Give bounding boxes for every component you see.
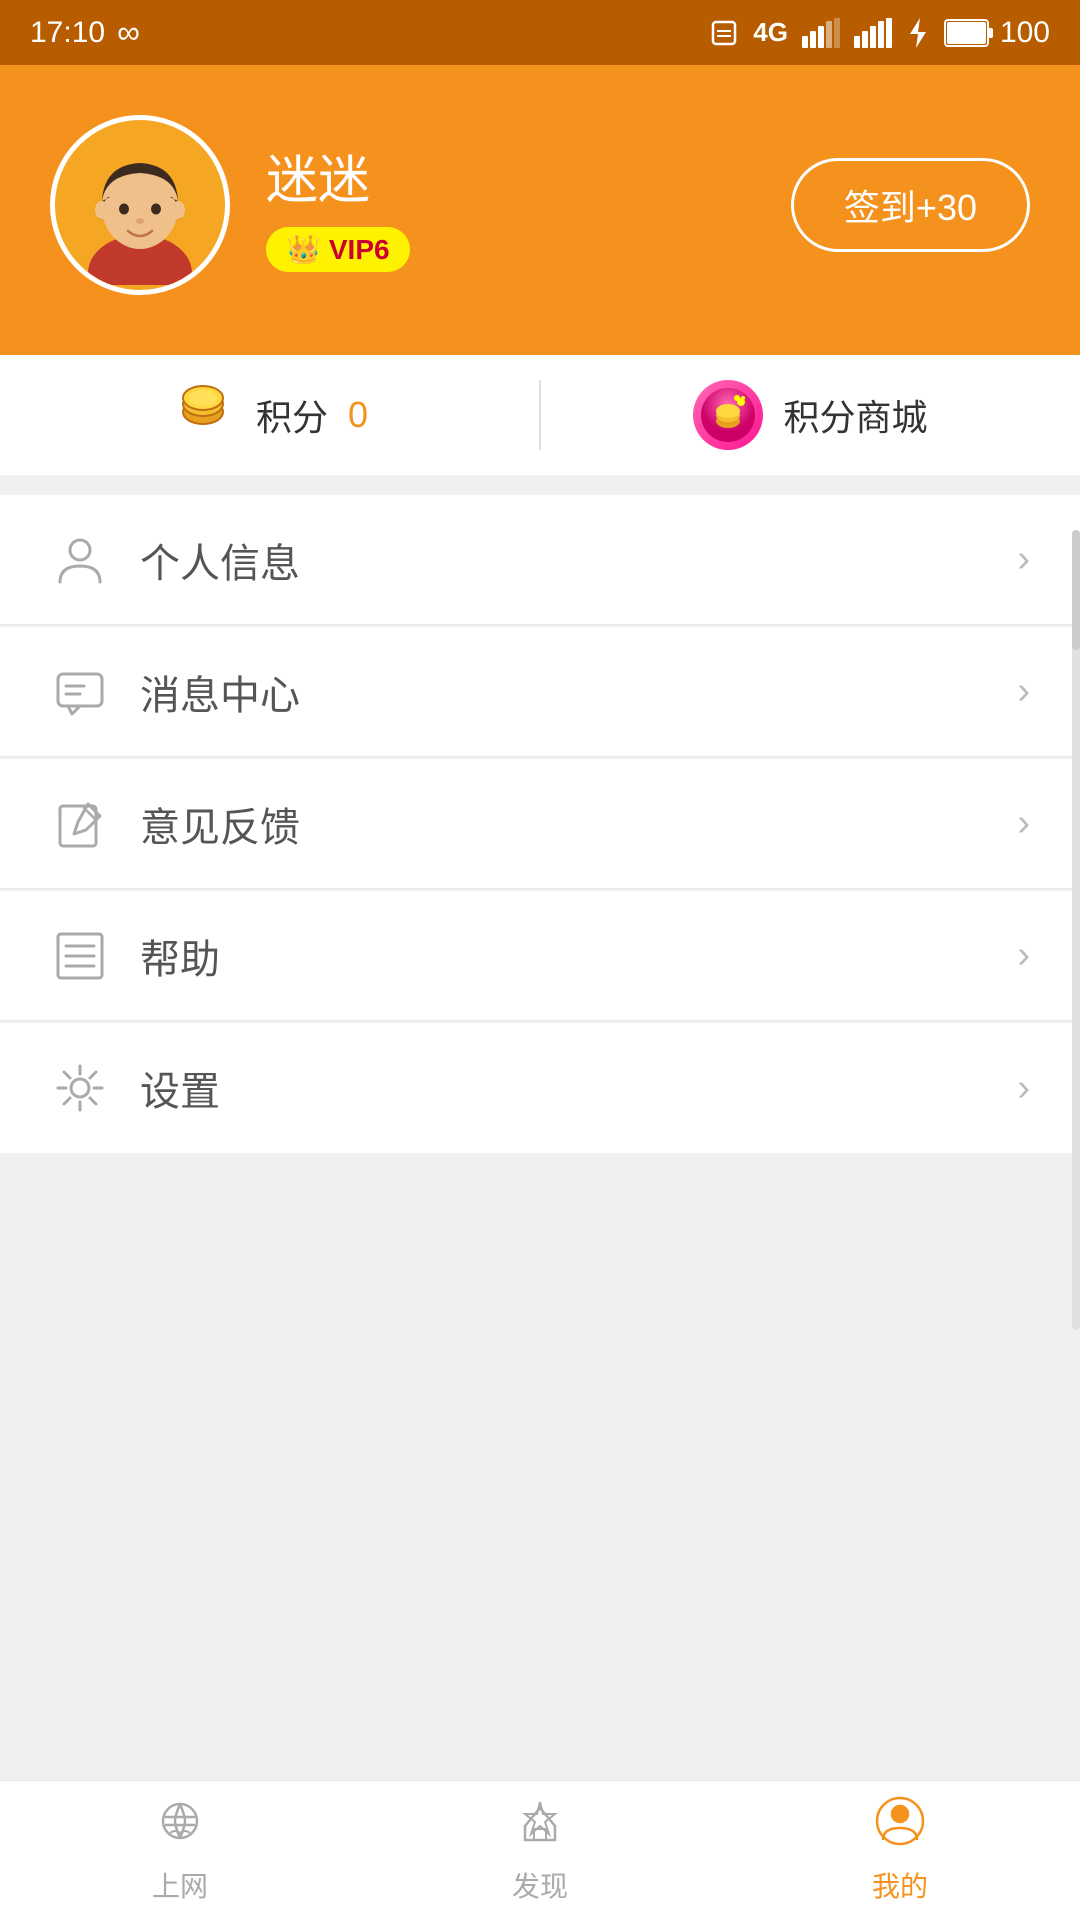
arrow-icon-3: › <box>1017 802 1030 845</box>
menu-list: 个人信息 › 消息中心 › 意见反馈 › <box>0 495 1080 1153</box>
help-icon <box>50 926 110 986</box>
signal-icon <box>802 18 840 48</box>
points-bar: 积分 0 积分商城 <box>0 355 1080 475</box>
profile-info: 迷迷 👑 VIP6 <box>266 138 410 272</box>
time-display: 17:10 <box>30 16 105 50</box>
discover-label: 发现 <box>512 1865 568 1905</box>
checkin-button[interactable]: 签到+30 <box>791 158 1030 252</box>
crown-icon: 👑 <box>286 233 321 266</box>
coins-icon <box>171 376 236 454</box>
arrow-icon-2: › <box>1017 670 1030 713</box>
nav-item-mine[interactable]: 我的 <box>720 1781 1080 1920</box>
internet-icon <box>155 1796 205 1857</box>
menu-item-message-center[interactable]: 消息中心 › <box>0 627 1080 757</box>
settings-label: 设置 <box>140 1059 1017 1117</box>
help-label: 帮助 <box>140 927 1017 985</box>
status-left: 17:10 ∞ <box>30 14 140 51</box>
charging-icon <box>906 18 930 48</box>
internet-label: 上网 <box>152 1865 208 1905</box>
arrow-icon-5: › <box>1017 1067 1030 1110</box>
message-center-label: 消息中心 <box>140 663 1017 721</box>
edit-icon <box>50 794 110 854</box>
discover-icon <box>515 1796 565 1857</box>
menu-item-settings[interactable]: 设置 › <box>0 1023 1080 1153</box>
settings-icon <box>50 1058 110 1118</box>
mine-label: 我的 <box>872 1865 928 1905</box>
menu-item-feedback[interactable]: 意见反馈 › <box>0 759 1080 889</box>
avatar <box>50 115 230 295</box>
nav-item-discover[interactable]: 发现 <box>360 1781 720 1920</box>
shop-section[interactable]: 积分商城 <box>541 355 1080 475</box>
username: 迷迷 <box>266 138 410 213</box>
battery-level: 100 <box>1000 16 1050 50</box>
points-section[interactable]: 积分 0 <box>0 355 539 475</box>
section-gap-1 <box>0 475 1080 495</box>
arrow-icon-4: › <box>1017 934 1030 977</box>
menu-item-personal-info[interactable]: 个人信息 › <box>0 495 1080 625</box>
bottom-nav: 上网 发现 我的 <box>0 1780 1080 1920</box>
nav-item-internet[interactable]: 上网 <box>0 1781 360 1920</box>
scrollbar-thumb[interactable] <box>1072 530 1080 650</box>
menu-item-help[interactable]: 帮助 › <box>0 891 1080 1021</box>
vip-level: VIP6 <box>329 234 390 266</box>
network-type: 4G <box>753 17 788 48</box>
profile-header: 迷迷 👑 VIP6 签到+30 <box>0 65 1080 355</box>
message-icon <box>50 662 110 722</box>
signal2-icon <box>854 18 892 48</box>
scrollbar-track <box>1072 530 1080 1330</box>
shop-label: 积分商城 <box>783 389 927 441</box>
infinity-icon: ∞ <box>117 14 140 51</box>
points-value: 0 <box>348 394 368 436</box>
shop-icon <box>693 380 763 450</box>
arrow-icon-1: › <box>1017 538 1030 581</box>
sim-icon <box>709 18 739 48</box>
points-label: 积分 <box>256 389 328 441</box>
vip-badge: 👑 VIP6 <box>266 227 410 272</box>
status-right: 4G 100 <box>709 16 1050 50</box>
personal-info-label: 个人信息 <box>140 531 1017 589</box>
battery-display: 100 <box>944 16 1050 50</box>
person-icon <box>50 530 110 590</box>
status-bar: 17:10 ∞ 4G <box>0 0 1080 65</box>
mine-icon <box>875 1796 925 1857</box>
profile-left: 迷迷 👑 VIP6 <box>50 115 410 295</box>
feedback-label: 意见反馈 <box>140 795 1017 853</box>
